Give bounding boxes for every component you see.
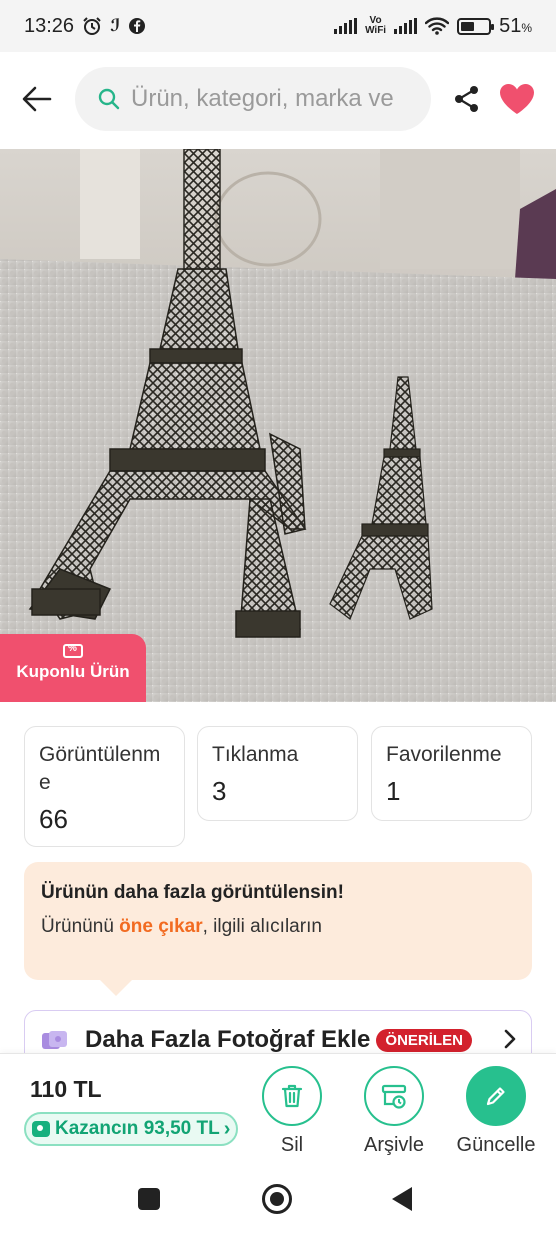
coupon-icon	[63, 643, 83, 658]
product-photo[interactable]	[0, 149, 556, 702]
stat-label: Tıklanma	[212, 743, 299, 766]
system-nav-bar	[0, 1159, 556, 1235]
promo-highlight-link[interactable]: öne çıkar	[119, 916, 202, 937]
earnings-label: Kazancın 93,50 TL	[55, 1118, 220, 1139]
search-input[interactable]	[131, 85, 421, 113]
promo-text: Ürününü öne çıkar, ilgili alıcıların	[41, 916, 322, 937]
promo-title: Ürünün daha fazla görüntülensin!	[41, 882, 344, 903]
wifi-icon	[425, 17, 450, 35]
recents-icon[interactable]	[138, 1188, 160, 1210]
earnings-chip[interactable]: Kazancın 93,50 TL ›	[24, 1112, 239, 1146]
update-button[interactable]: Güncelle	[446, 1066, 546, 1157]
recommended-badge: ÖNERİLEN	[376, 1028, 472, 1052]
search-bar[interactable]	[75, 67, 431, 131]
archive-button-circle[interactable]	[364, 1066, 424, 1126]
delete-button[interactable]: Sil	[242, 1066, 342, 1157]
search-icon	[98, 88, 120, 110]
archive-button[interactable]: Arşivle	[344, 1066, 444, 1157]
chevron-right-icon	[504, 1029, 516, 1049]
stat-label: Favorilenme	[386, 743, 502, 766]
heart-icon[interactable]	[498, 82, 536, 116]
update-button-circle[interactable]	[466, 1066, 526, 1126]
app-notification-icon: ℐ	[110, 16, 121, 35]
battery-percent: 51%	[499, 14, 532, 37]
alarm-icon	[83, 17, 101, 35]
clock: 13:26	[24, 14, 75, 37]
stat-card-clicks: Tıklanma 3	[197, 726, 358, 821]
stat-value: 66	[39, 804, 68, 834]
eiffel-tower-photo	[0, 149, 556, 702]
battery-icon	[457, 17, 495, 35]
trash-icon	[281, 1084, 303, 1108]
vowifi-indicator: Vo WiFi	[365, 15, 387, 36]
status-left: 13:26 ℐ	[24, 15, 146, 38]
coupon-badge-label: Kuponlu Ürün	[16, 662, 130, 681]
stat-value: 1	[386, 776, 401, 806]
battery-fill	[461, 21, 475, 31]
photos-icon	[42, 1031, 67, 1049]
stat-card-views: Görüntülenme 66	[24, 726, 185, 847]
promo-tooltip: Ürünün daha fazla görüntülensin! Ürününü…	[24, 862, 532, 996]
archive-label: Arşivle	[363, 1134, 424, 1156]
back-arrow-icon[interactable]	[20, 82, 54, 116]
delete-button-circle[interactable]	[262, 1066, 322, 1126]
coupon-badge: Kuponlu Ürün	[0, 634, 146, 702]
back-triangle-icon[interactable]	[392, 1187, 412, 1211]
delete-label: Sil	[280, 1134, 304, 1156]
home-icon[interactable]	[262, 1184, 292, 1214]
archive-icon	[381, 1084, 407, 1109]
suggestion-label: Daha Fazla Fotoğraf Ekle	[85, 1026, 371, 1053]
price: 110 TL	[30, 1076, 102, 1102]
wallet-icon	[32, 1121, 50, 1137]
cell-signal-2-icon	[394, 18, 418, 34]
top-bar	[0, 52, 556, 149]
stat-label: Görüntülenme	[39, 743, 161, 794]
update-label: Güncelle	[456, 1134, 536, 1156]
status-right: Vo WiFi 51%	[334, 15, 532, 38]
chevron-right-icon: ›	[223, 1117, 231, 1140]
facebook-icon	[129, 18, 146, 34]
share-icon[interactable]	[452, 84, 482, 114]
bottom-action-bar: 110 TL Kazancın 93,50 TL › Sil Arşivle G…	[0, 1053, 556, 1159]
cell-signal-icon	[334, 18, 358, 34]
status-bar: 13:26 ℐ Vo WiFi 51%	[0, 0, 556, 52]
stat-card-favorites: Favorilenme 1	[371, 726, 532, 821]
pencil-icon	[486, 1087, 505, 1106]
stat-value: 3	[212, 776, 227, 806]
